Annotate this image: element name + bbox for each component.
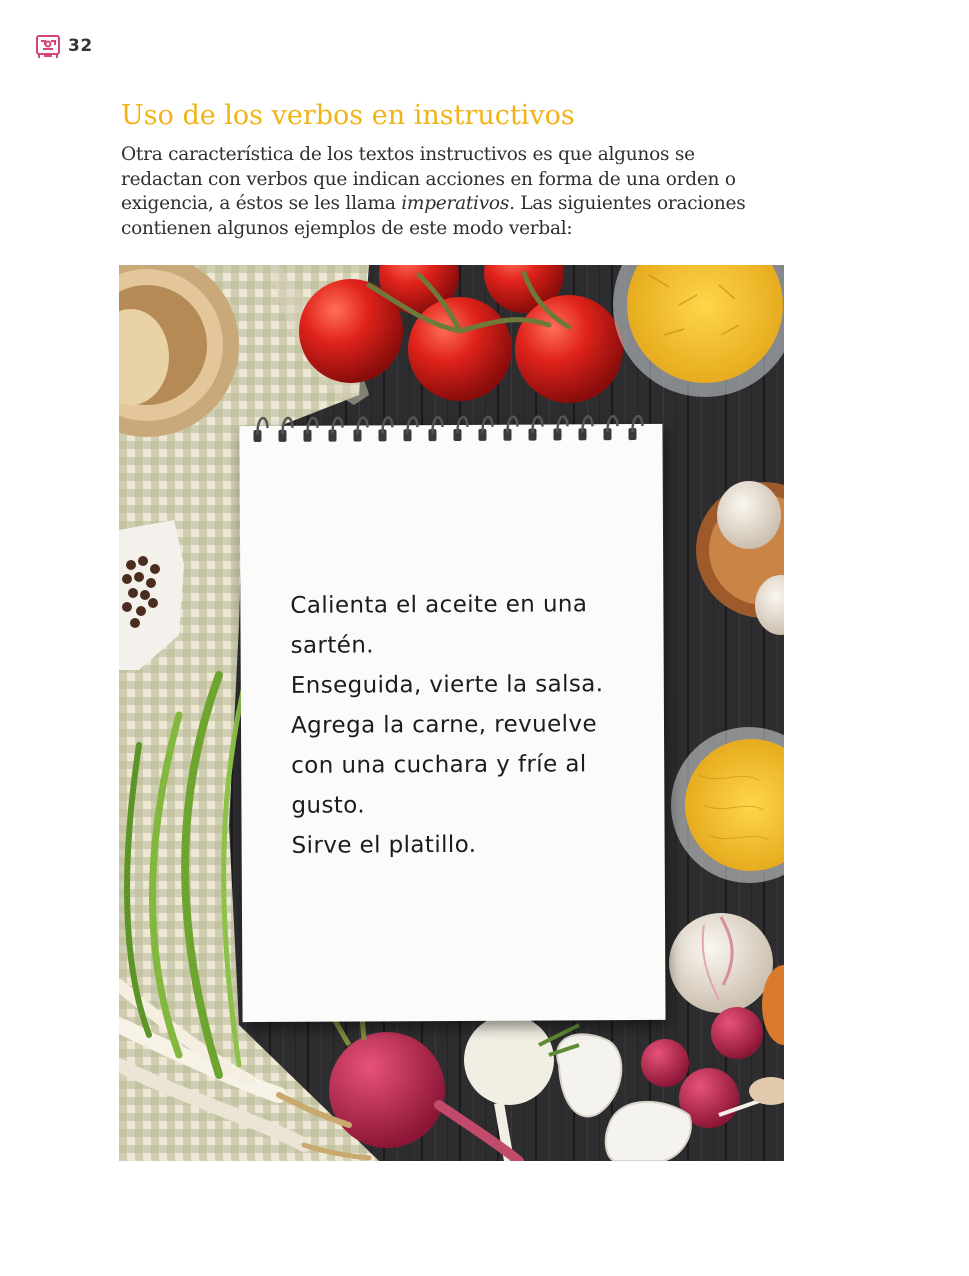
recipe-instructions: Calienta el aceite en una sartén. Ensegu…: [290, 584, 621, 866]
instruction-line: Sirve el platillo.: [291, 831, 477, 859]
page-number: 32: [68, 36, 93, 56]
instruction-line: Enseguida, vierte la salsa.: [290, 671, 604, 699]
instruction-line: con una cuchara y fríe al: [291, 751, 587, 779]
instruction-line: sartén.: [290, 632, 375, 659]
cooking-photo: Calienta el aceite en una sartén. Ensegu…: [119, 265, 784, 1161]
recipe-notebook: Calienta el aceite en una sartén. Ensegu…: [239, 414, 666, 1023]
instruction-line: Calienta el aceite en una: [290, 591, 588, 619]
section-title: Uso de los verbos en instructivos: [121, 100, 575, 131]
instruction-line: Agrega la carne, revuelve: [290, 711, 598, 739]
intro-emphasis: imperativos: [401, 193, 510, 215]
aztec-glyph-icon: [36, 35, 60, 58]
instruction-line: gusto.: [291, 792, 366, 819]
notebook-spiral: [253, 414, 644, 444]
intro-paragraph: Otra característica de los textos instru…: [121, 143, 761, 241]
page-header: 32: [34, 32, 93, 60]
